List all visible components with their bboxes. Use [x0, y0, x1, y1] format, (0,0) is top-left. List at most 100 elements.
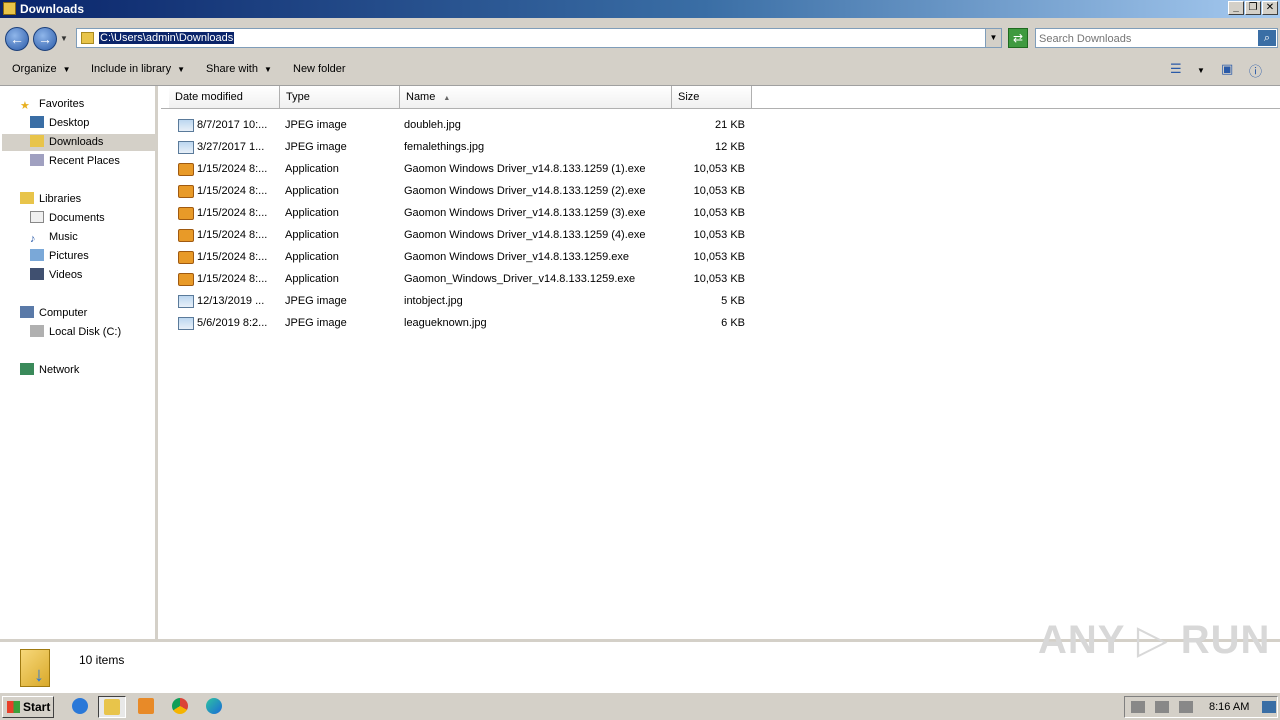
windows-logo-icon [7, 701, 20, 713]
network-tray-icon[interactable] [1155, 701, 1169, 713]
explorer-folder-icon [104, 699, 120, 715]
preview-pane-icon[interactable]: ▣ [1221, 61, 1233, 77]
taskbar-edge[interactable] [200, 696, 228, 718]
nav-recent-places[interactable]: Recent Places [30, 153, 120, 170]
file-date: 1/15/2024 8:... [197, 207, 268, 219]
documents-icon [30, 211, 44, 223]
taskbar-internet-explorer[interactable] [66, 696, 94, 718]
chevron-down-icon: ▼ [177, 65, 186, 74]
taskbar-explorer[interactable] [98, 696, 126, 718]
include-in-library-label: Include in library [91, 63, 172, 75]
nav-downloads[interactable]: Downloads [2, 134, 155, 151]
table-row[interactable]: 8/7/2017 10:... JPEG image doubleh.jpg 21 K… [175, 115, 755, 135]
taskbar-media-player[interactable] [132, 696, 160, 718]
new-folder-button[interactable]: New folder [293, 63, 346, 75]
organize-button[interactable]: Organize ▼ [12, 63, 71, 75]
table-row[interactable]: 1/15/2024 8:... Application Gaomon_Windows… [175, 269, 755, 289]
table-row[interactable]: 1/15/2024 8:... Application Gaomon Windows… [175, 225, 755, 245]
taskbar-chrome[interactable] [166, 696, 194, 718]
start-button[interactable]: Start [2, 696, 54, 718]
music-icon: ♪ [30, 233, 36, 245]
file-size: 12 KB [715, 141, 745, 153]
chevron-down-icon: ▼ [62, 65, 71, 74]
close-button[interactable]: ✕ [1262, 1, 1278, 15]
file-name: Gaomon Windows Driver_v14.8.133.1259 (3)… [404, 207, 646, 219]
title-bar: Downloads _ ❐ ✕ [0, 0, 1280, 18]
file-size: 10,053 KB [693, 185, 745, 197]
navigation-pane: ★ Favorites Desktop Downloads Recent Plac… [0, 86, 158, 639]
table-row[interactable]: 1/15/2024 8:... Application Gaomon Windows… [175, 247, 755, 267]
folder-icon [81, 32, 94, 44]
column-type[interactable]: Type [280, 86, 400, 108]
recent-places-icon [30, 154, 44, 166]
table-row[interactable]: 1/15/2024 8:... Application Gaomon Windows… [175, 203, 755, 223]
refresh-button[interactable]: ⇄ [1008, 28, 1028, 48]
history-dropdown-icon[interactable]: ▼ [60, 34, 68, 43]
application-icon [178, 229, 194, 242]
file-type: Application [285, 185, 339, 197]
show-desktop-icon[interactable] [1262, 701, 1276, 713]
download-arrow-icon: ↓ [34, 664, 44, 686]
file-list: Date modified Type Name ▲ Size 8/7/2017 … [161, 86, 1280, 639]
view-dropdown-icon[interactable]: ▼ [1197, 66, 1205, 75]
edge-icon [206, 698, 222, 714]
file-name: leagueknown.jpg [404, 317, 487, 329]
file-size: 5 KB [721, 295, 745, 307]
file-name: Gaomon Windows Driver_v14.8.133.1259.exe [404, 251, 630, 263]
nav-videos[interactable]: Videos [30, 267, 82, 284]
clock[interactable]: 8:16 AM [1209, 701, 1249, 713]
libraries-icon [20, 192, 34, 204]
search-icon[interactable]: ⌕ [1258, 30, 1276, 46]
downloads-folder-icon [30, 135, 44, 147]
address-bar[interactable]: C:\Users\admin\Downloads ▼ [76, 28, 1002, 48]
help-icon[interactable]: ⓘ [1249, 61, 1262, 80]
column-size[interactable]: Size [672, 86, 752, 108]
nav-computer[interactable]: Computer [20, 305, 87, 322]
nav-music[interactable]: ♪ Music [30, 229, 78, 246]
view-options-icon[interactable]: ☰ [1170, 61, 1182, 77]
action-center-flag-icon[interactable] [1179, 701, 1193, 713]
image-file-icon [178, 119, 194, 132]
file-date: 1/15/2024 8:... [197, 185, 268, 197]
search-input[interactable] [1039, 31, 1251, 46]
taskbar: Start 8:16 AM [0, 692, 1280, 720]
watermark-logo: ANY ▷ RUN [1038, 618, 1271, 662]
minimize-button[interactable]: _ [1228, 1, 1244, 15]
table-row[interactable]: 5/6/2019 8:2... JPEG image leagueknown.jpg… [175, 313, 755, 333]
file-size: 10,053 KB [693, 163, 745, 175]
file-name: intobject.jpg [404, 295, 463, 307]
nav-desktop[interactable]: Desktop [30, 115, 89, 132]
nav-pictures[interactable]: Pictures [30, 248, 89, 265]
system-tray: 8:16 AM [1124, 696, 1278, 718]
nav-favorites[interactable]: ★ Favorites [20, 96, 84, 113]
nav-local-disk[interactable]: Local Disk (C:) [30, 324, 121, 341]
address-row: ← → ▼ C:\Users\admin\Downloads ▼ ⇄ ⌕ [0, 18, 1280, 54]
file-date: 5/6/2019 8:2... [197, 317, 268, 329]
table-row[interactable]: 1/15/2024 8:... Application Gaomon Windows… [175, 181, 755, 201]
nav-libraries[interactable]: Libraries [20, 191, 81, 208]
nav-documents[interactable]: Documents [30, 210, 105, 227]
back-button[interactable]: ← [5, 27, 29, 51]
share-with-button[interactable]: Share with ▼ [206, 63, 272, 75]
table-row[interactable]: 12/13/2019 ... JPEG image intobject.jpg 5 K… [175, 291, 755, 311]
forward-button[interactable]: → [33, 27, 57, 51]
address-path[interactable]: C:\Users\admin\Downloads [99, 32, 235, 44]
file-name: femalethings.jpg [404, 141, 485, 153]
file-date: 1/15/2024 8:... [197, 163, 268, 175]
nav-network[interactable]: Network [20, 362, 79, 379]
table-row[interactable]: 3/27/2017 1... JPEG image femalethings.jpg… [175, 137, 755, 157]
file-type: Application [285, 229, 339, 241]
file-type: JPEG image [285, 119, 347, 131]
restore-button[interactable]: ❐ [1245, 1, 1261, 15]
include-in-library-button[interactable]: Include in library ▼ [91, 63, 185, 75]
volume-icon[interactable] [1131, 701, 1145, 713]
file-name: Gaomon Windows Driver_v14.8.133.1259 (4)… [404, 229, 646, 241]
application-icon [178, 273, 194, 286]
file-type: JPEG image [285, 295, 347, 307]
table-row[interactable]: 1/15/2024 8:... Application Gaomon Windows… [175, 159, 755, 179]
application-icon [178, 185, 194, 198]
search-box[interactable]: ⌕ [1035, 28, 1278, 48]
address-dropdown-icon[interactable]: ▼ [985, 29, 1001, 47]
column-date-modified[interactable]: Date modified [169, 86, 280, 108]
column-name[interactable]: Name ▲ [400, 86, 672, 108]
